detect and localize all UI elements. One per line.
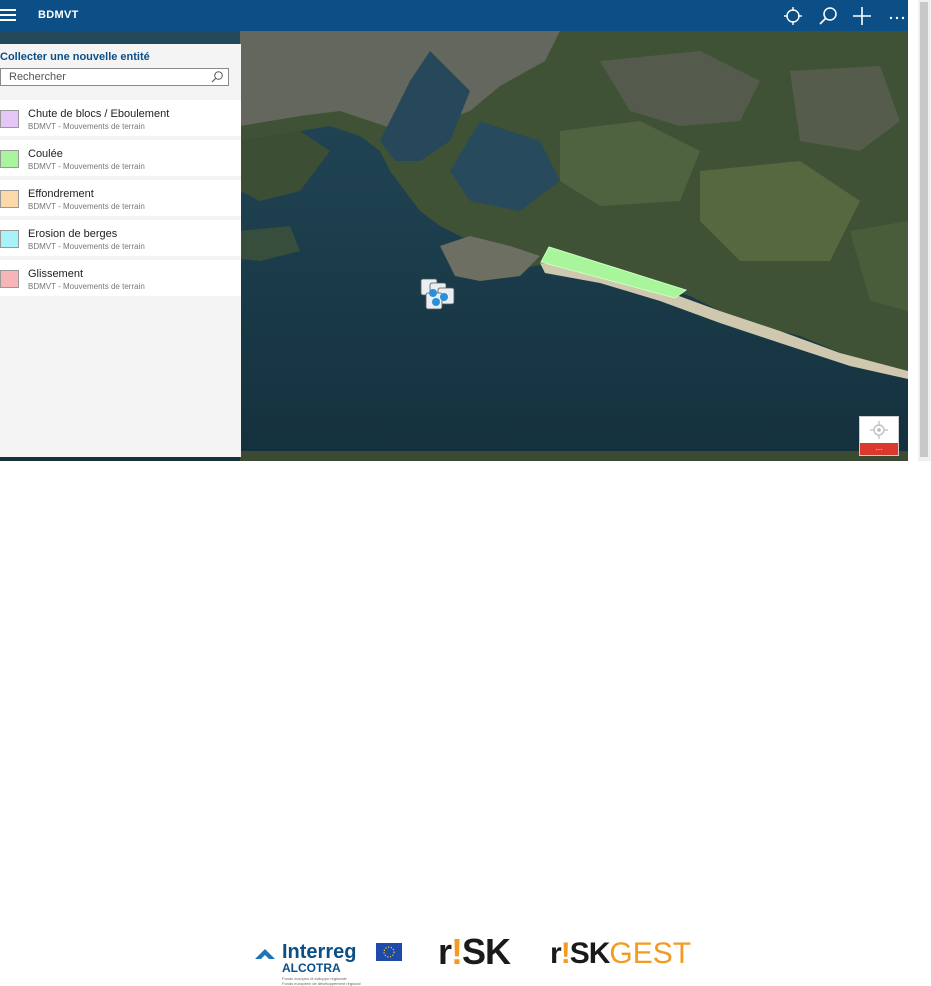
color-swatch xyxy=(0,190,19,208)
risk-sk: SK xyxy=(462,931,511,972)
color-swatch xyxy=(0,150,19,168)
scrollbar-thumb[interactable] xyxy=(920,2,928,457)
location-widget-label: ... xyxy=(860,443,898,455)
color-swatch xyxy=(0,110,19,128)
riskgest-r: r xyxy=(550,937,562,970)
new-entity-panel: Collecter une nouvelle entité Chute de b… xyxy=(0,44,241,457)
riskgest-gest: GEST xyxy=(609,937,692,970)
locate-button[interactable] xyxy=(782,5,804,27)
risk-bang: ! xyxy=(451,931,463,972)
riskgest-bang: ! xyxy=(560,937,571,970)
entity-name: Erosion de berges xyxy=(28,228,118,240)
app-title: BDMVT xyxy=(38,9,79,21)
entity-item-erosion-de-berges[interactable]: Erosion de berges BDMVT - Mouvements de … xyxy=(0,220,241,256)
search-icon xyxy=(211,71,223,83)
hamburger-menu-icon[interactable] xyxy=(0,9,18,23)
entity-name: Glissement xyxy=(28,268,84,280)
alcotra-word: ALCOTRA xyxy=(282,961,341,975)
risk-r: r xyxy=(438,931,452,972)
entity-search[interactable] xyxy=(0,68,229,86)
eu-flag-icon xyxy=(376,943,402,961)
footer-logos: Interreg ALCOTRA Fondo europeo di svilup… xyxy=(0,461,931,986)
entity-layer: BDMVT - Mouvements de terrain xyxy=(28,282,145,291)
more-button[interactable] xyxy=(886,5,908,27)
riskgest-sk: SK xyxy=(569,937,611,970)
entity-name: Chute de blocs / Eboulement xyxy=(28,108,170,120)
locate-icon xyxy=(784,7,802,25)
panel-title: Collecter une nouvelle entité xyxy=(0,51,150,63)
entity-name: Effondrement xyxy=(28,188,94,200)
search-map-button[interactable] xyxy=(817,5,839,27)
risk-logo: r!SK xyxy=(438,931,511,973)
entity-layer: BDMVT - Mouvements de terrain xyxy=(28,122,145,131)
entity-layer: BDMVT - Mouvements de terrain xyxy=(28,202,145,211)
entity-name: Coulée xyxy=(28,148,63,160)
plus-icon xyxy=(853,7,871,25)
more-icon xyxy=(889,16,905,20)
app-window: BDMVT Collecter une nouvelle entité Rech… xyxy=(0,0,908,461)
search-icon xyxy=(819,7,837,25)
entity-layer: BDMVT - Mouvements de terrain xyxy=(28,242,145,251)
entity-search-input[interactable] xyxy=(9,70,204,84)
entity-item-coulee[interactable]: Coulée BDMVT - Mouvements de terrain xyxy=(0,140,241,176)
vertical-scrollbar[interactable] xyxy=(918,0,931,461)
add-button[interactable] xyxy=(851,5,873,27)
fine-print-fr: Fonds européen de développement régional xyxy=(282,981,361,986)
entity-item-chute-de-blocs[interactable]: Chute de blocs / Eboulement BDMVT - Mouv… xyxy=(0,100,241,136)
entity-item-effondrement[interactable]: Effondrement BDMVT - Mouvements de terra… xyxy=(0,180,241,216)
color-swatch xyxy=(0,230,19,248)
entity-layer: BDMVT - Mouvements de terrain xyxy=(28,162,145,171)
gps-icon xyxy=(870,421,888,439)
entity-item-glissement[interactable]: Glissement BDMVT - Mouvements de terrain xyxy=(0,260,241,296)
color-swatch xyxy=(0,270,19,288)
top-bar: BDMVT xyxy=(0,0,908,31)
location-widget[interactable]: ... xyxy=(859,416,899,456)
mountain-icon xyxy=(255,949,275,959)
riskgest-logo: r!SKGEST xyxy=(550,937,691,971)
